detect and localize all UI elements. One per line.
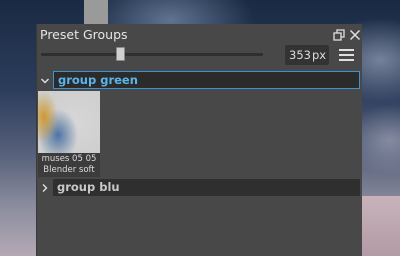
- size-unit: px: [312, 48, 327, 62]
- preset-item[interactable]: muses 05 05 Blender soft: [38, 91, 100, 177]
- hamburger-menu-icon[interactable]: [339, 48, 355, 62]
- preset-name: muses 05 05: [41, 154, 97, 164]
- float-window-icon[interactable]: [333, 29, 345, 41]
- group-name: group blu: [57, 180, 120, 194]
- size-value: 353: [289, 48, 311, 62]
- preset-engine: Blender soft: [43, 165, 95, 175]
- chevron-down-icon[interactable]: [40, 76, 50, 86]
- panel-title: Preset Groups: [40, 27, 128, 42]
- group-header-blu[interactable]: group blu: [37, 179, 363, 196]
- preset-thumbnail: [38, 91, 100, 153]
- title-bar[interactable]: Preset Groups: [37, 24, 363, 46]
- group-name-input[interactable]: group green: [53, 71, 360, 89]
- size-spinbox[interactable]: 353 px: [285, 45, 329, 65]
- group-name-bar[interactable]: group blu: [53, 179, 360, 196]
- group-name: group green: [58, 73, 138, 87]
- close-icon[interactable]: [349, 29, 361, 41]
- preset-groups-panel: Preset Groups 353 px group green muses 0…: [36, 24, 362, 256]
- group-header-green[interactable]: group green: [37, 71, 363, 90]
- background-image-region: [360, 196, 400, 256]
- size-slider-track[interactable]: [41, 53, 263, 56]
- size-slider-handle[interactable]: [116, 47, 126, 61]
- chevron-right-icon[interactable]: [40, 183, 50, 193]
